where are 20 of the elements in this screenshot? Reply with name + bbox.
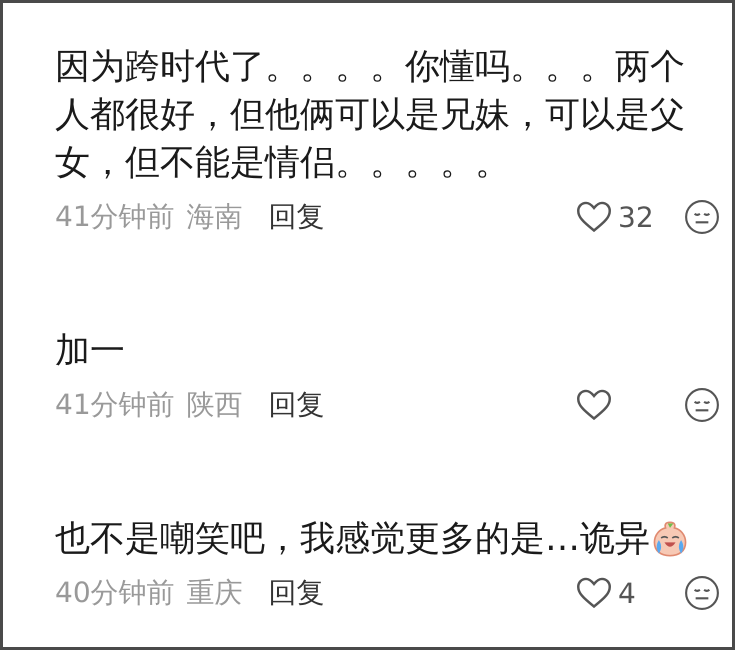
comment-location: 海南	[186, 199, 243, 235]
neutral-face-icon[interactable]	[684, 387, 720, 423]
comment-time: 41分钟前	[55, 199, 175, 235]
neutral-face-icon[interactable]	[684, 575, 720, 611]
heart-icon[interactable]	[576, 576, 612, 610]
reply-button[interactable]: 回复	[268, 198, 325, 236]
comment-text: 加一	[55, 330, 125, 373]
neutral-face-icon[interactable]	[684, 199, 720, 235]
heart-icon[interactable]	[576, 388, 612, 422]
comment-time: 41分钟前	[55, 387, 175, 423]
like-count: 32	[618, 200, 655, 234]
reply-button[interactable]: 回复	[268, 386, 325, 424]
comment-time: 40分钟前	[55, 575, 175, 611]
heart-icon[interactable]	[576, 200, 612, 234]
comment-text: 也不是嘲笑吧，我感觉更多的是…诡异	[55, 518, 650, 561]
reply-button[interactable]: 回复	[268, 574, 325, 612]
comment-location: 重庆	[186, 575, 243, 611]
comment-text: 因为跨时代了。。。。你懂吗。。。两个人都很好，但他俩可以是兄妹，可以是父女，但不能是情侣。。。。。	[55, 46, 686, 185]
like-count: 4	[618, 576, 637, 610]
comment-location: 陕西	[186, 387, 243, 423]
